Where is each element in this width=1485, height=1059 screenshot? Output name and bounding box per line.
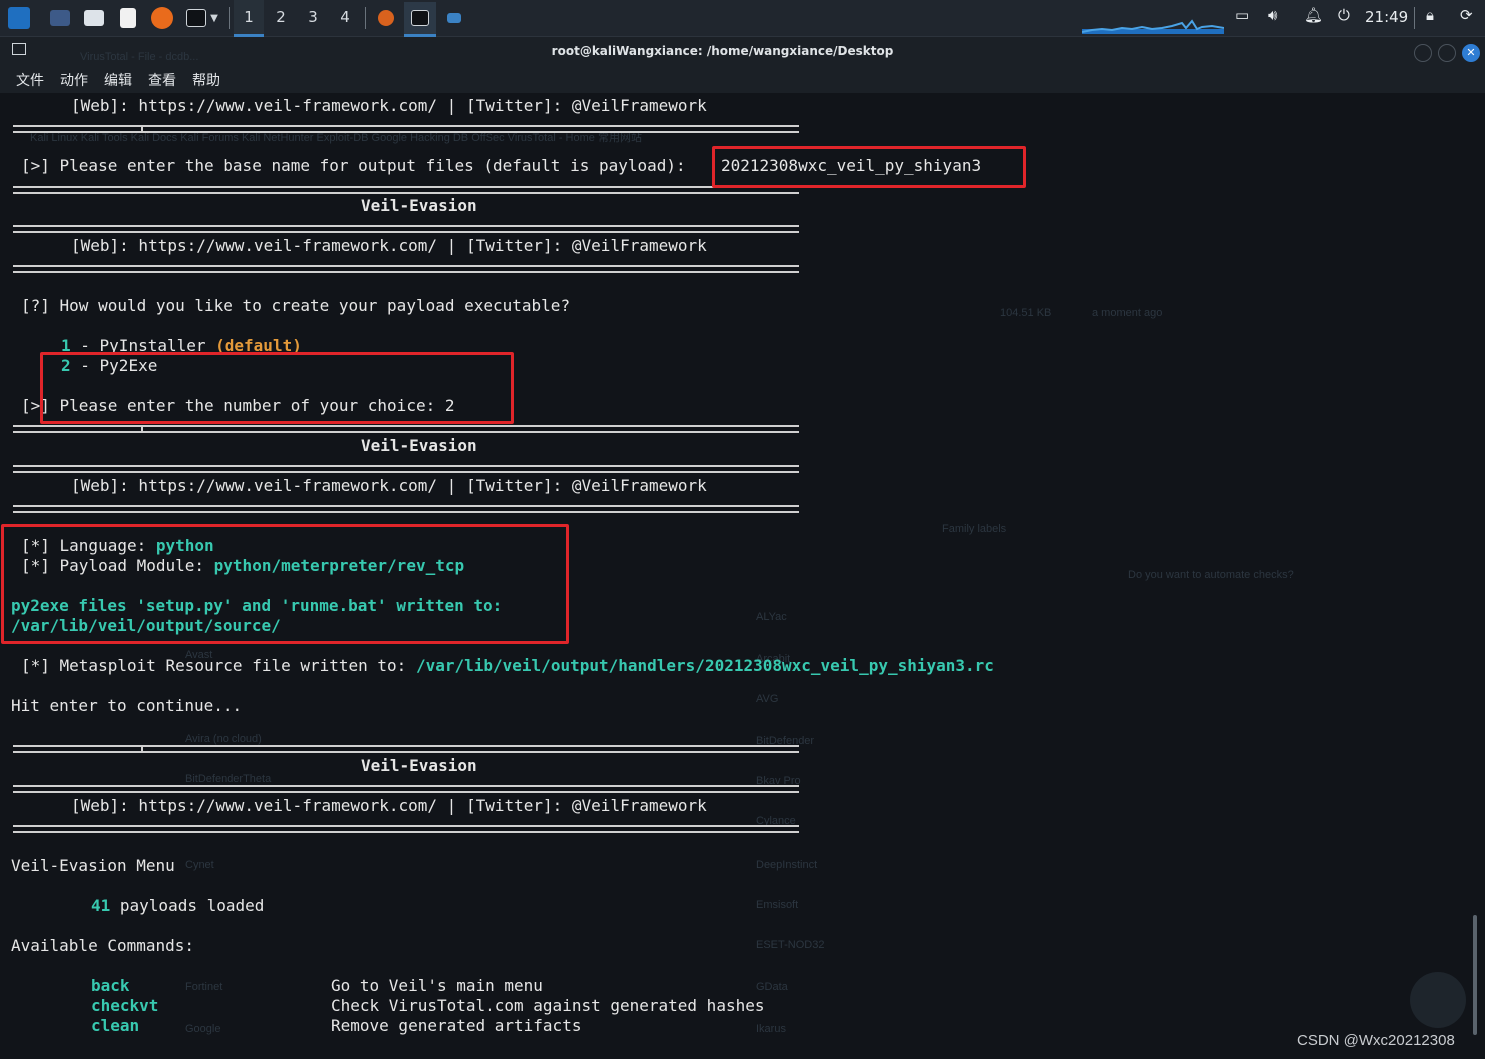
ghost-engine: DeepInstinct — [756, 859, 818, 871]
terminal-header: Veil-Evasion — [361, 436, 477, 455]
top-panel: ▼ 1 2 3 4 ▭ 🔊︎ 🔔︎ ⏻ 21:49 🔒︎ ⟳ — [0, 0, 1485, 37]
display-icon[interactable]: ▭ — [1235, 6, 1249, 24]
panel-separator — [229, 7, 230, 29]
ghost-engine: AVG — [756, 693, 779, 705]
menu-view[interactable]: 查看 — [148, 70, 176, 90]
maximize-button[interactable] — [1438, 44, 1456, 62]
terminal-launcher-icon[interactable]: ▼ — [182, 5, 222, 31]
ghost-automate: Do you want to automate checks? — [1128, 569, 1294, 581]
workspace-2[interactable]: 2 — [266, 0, 296, 34]
menu-bar: 文件 动作 编辑 查看 帮助 — [0, 67, 1485, 93]
terminal-web-line: [Web]: https://www.veil-framework.com/ |… — [71, 236, 707, 255]
ghost-engine: Emsisoft — [756, 899, 799, 911]
menu-help[interactable]: 帮助 — [192, 70, 220, 90]
command-description: Remove generated artifacts — [331, 1016, 582, 1035]
ghost-vendor: BitDefenderTheta — [185, 773, 272, 785]
ghost-size: 104.51 KB — [1000, 307, 1052, 319]
ghost-ago: a moment ago — [1092, 307, 1163, 319]
rc-path: /var/lib/veil/output/handlers/20212308wx… — [415, 656, 994, 675]
terminal-create-question: [?] How would you like to create your pa… — [21, 296, 571, 315]
panel-separator — [1414, 7, 1415, 29]
watermark: CSDN @Wxc20212308 — [1297, 1032, 1455, 1049]
firefox-icon[interactable] — [150, 5, 174, 31]
ghost-vendor: Cynet — [185, 859, 214, 871]
terminal-scrollbar[interactable] — [1473, 915, 1477, 1035]
clock[interactable]: 21:49 — [1365, 8, 1408, 26]
terminal-rule — [13, 825, 799, 833]
taskbar-terminal-window[interactable] — [404, 2, 436, 37]
close-button[interactable]: ✕ — [1462, 44, 1480, 62]
command-name: back — [91, 976, 130, 995]
taskbar-firefox-window[interactable] — [374, 5, 398, 31]
terminal-rule — [13, 186, 799, 194]
terminal-rule — [13, 225, 799, 233]
menu-file[interactable]: 文件 — [16, 70, 44, 90]
ghost-vendor: Google — [185, 1023, 221, 1035]
volume-icon[interactable]: 🔊︎ — [1268, 6, 1277, 24]
ghost-vendor: Avira (no cloud) — [185, 733, 262, 745]
rc-label: [*] Metasploit Resource file written to: — [21, 656, 416, 675]
terminal-web-line: [Web]: https://www.veil-framework.com/ |… — [71, 476, 707, 495]
menu-edit[interactable]: 编辑 — [104, 70, 132, 90]
terminal-base-name-prompt: [>] Please enter the base name for outpu… — [21, 156, 696, 175]
terminal-header: Veil-Evasion — [361, 756, 477, 775]
notification-bell-icon[interactable]: 🔔︎ — [1304, 6, 1323, 24]
terminal-rule — [13, 745, 799, 753]
workspace-1[interactable]: 1 — [234, 0, 264, 37]
text-editor-icon[interactable] — [116, 5, 140, 31]
command-name: checkvt — [91, 996, 159, 1015]
chat-bubble-icon — [1410, 972, 1466, 1028]
ghost-engine: Ikarus — [756, 1023, 786, 1035]
command-name: clean — [91, 1016, 140, 1035]
workspace-3[interactable]: 3 — [298, 0, 328, 34]
chevron-down-icon[interactable]: ▼ — [210, 13, 218, 24]
taskbar-folder-window[interactable] — [444, 5, 464, 31]
terminal-rule — [13, 785, 799, 793]
minimize-button[interactable] — [1414, 44, 1432, 62]
terminal-payloads-line: 41 payloads loaded — [91, 896, 264, 916]
highlight-box-base-name — [712, 146, 1026, 188]
terminal-menu-title: Veil-Evasion Menu — [11, 856, 175, 875]
terminal-web-line: [Web]: https://www.veil-framework.com/ |… — [71, 96, 707, 115]
ghost-tab: VirusTotal - File - dcdb... — [80, 51, 199, 63]
command-description: Check VirusTotal.com against generated h… — [331, 996, 765, 1015]
ghost-engine: ALYac — [756, 611, 787, 623]
payloads-text: payloads loaded — [110, 896, 265, 915]
terminal-web-line: [Web]: https://www.veil-framework.com/ |… — [71, 796, 707, 815]
terminal-hit-enter: Hit enter to continue... — [11, 696, 243, 715]
terminal-rule — [13, 505, 799, 513]
panel-separator — [365, 7, 366, 29]
command-description: Go to Veil's main menu — [331, 976, 543, 995]
terminal-rule — [13, 465, 799, 473]
kali-menu-icon[interactable] — [4, 5, 34, 31]
highlight-box-output — [1, 524, 569, 644]
ghost-family: Family labels — [942, 523, 1007, 535]
cpu-graph — [1082, 19, 1224, 34]
file-manager-icon[interactable] — [82, 5, 106, 31]
menu-action[interactable]: 动作 — [60, 70, 88, 90]
ghost-engine: GData — [756, 981, 788, 993]
ghost-engine: ESET-NOD32 — [756, 939, 825, 951]
terminal-rule — [13, 265, 799, 273]
window-titlebar[interactable]: root@kaliWangxiance: /home/wangxiance/De… — [0, 37, 1485, 67]
terminal-rule — [13, 425, 799, 433]
ghost-vendor: Fortinet — [185, 981, 223, 993]
terminal-available-commands: Available Commands: — [11, 936, 195, 955]
terminal-header: Veil-Evasion — [361, 196, 477, 215]
lock-icon[interactable]: 🔒︎ — [1426, 6, 1434, 24]
terminal-rule — [13, 125, 799, 133]
window-title: root@kaliWangxiance: /home/wangxiance/De… — [551, 44, 894, 58]
power-icon[interactable]: ⏻ — [1338, 6, 1350, 24]
workspace-4[interactable]: 4 — [330, 0, 360, 34]
highlight-box-py2exe-choice — [40, 352, 514, 424]
payloads-count: 41 — [91, 896, 111, 915]
terminal-rc-line: [*] Metasploit Resource file written to:… — [21, 656, 994, 676]
logout-icon[interactable]: ⟳ — [1460, 6, 1473, 24]
show-desktop-icon[interactable] — [48, 5, 72, 31]
